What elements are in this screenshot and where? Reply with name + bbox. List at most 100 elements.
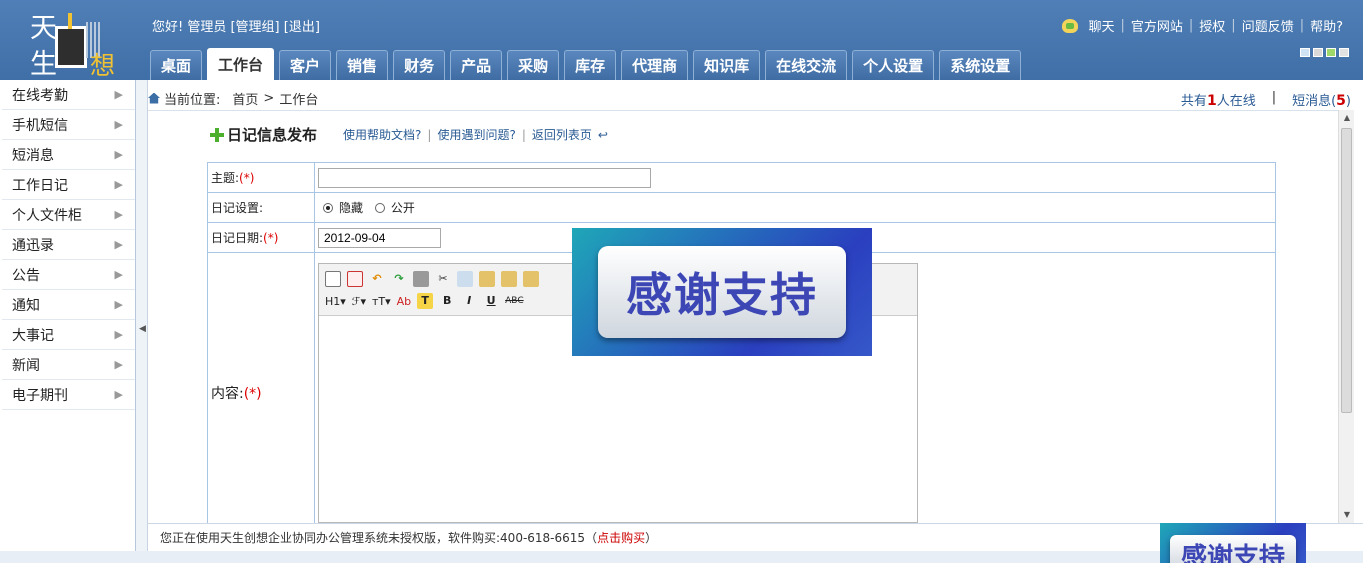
chevron-right-icon: ▶ xyxy=(114,358,123,371)
bold-button[interactable]: B xyxy=(439,293,455,309)
link-chat[interactable]: 聊天 xyxy=(1088,16,1114,35)
scroll-up-icon[interactable]: ▲ xyxy=(1339,110,1355,126)
sidebar-item-work-diary[interactable]: 工作日记 ▶ xyxy=(2,170,135,200)
subject-input[interactable] xyxy=(318,167,651,188)
sidebar-collapse-toggle[interactable]: ◀ xyxy=(136,80,148,563)
main-nav: 桌面 工作台 客户 销售 财务 产品 采购 库存 代理商 知识库 在线交流 个人… xyxy=(150,48,1022,80)
sidebar-item-file-cabinet[interactable]: 个人文件柜 ▶ xyxy=(2,200,135,230)
tab-online-chat[interactable]: 在线交流 xyxy=(765,50,848,80)
logo[interactable]: 天 生 想 xyxy=(22,6,122,80)
source-icon[interactable] xyxy=(325,271,341,287)
sidebar-item-news[interactable]: 新闻 ▶ xyxy=(2,350,135,380)
logo-char-3: 想 xyxy=(90,51,116,80)
sidebar-item-attendance[interactable]: 在线考勤 ▶ xyxy=(2,80,135,110)
chat-icon[interactable] xyxy=(1062,18,1079,33)
fullscreen-icon[interactable] xyxy=(347,271,363,287)
breadcrumb-sep: > xyxy=(263,90,275,106)
tab-finance[interactable]: 财务 xyxy=(393,50,446,80)
chevron-left-icon: ◀ xyxy=(139,324,146,334)
date-input[interactable] xyxy=(318,227,441,248)
content-scrollbar[interactable]: ▲ ▼ xyxy=(1338,110,1354,523)
theme-swatch[interactable] xyxy=(1326,48,1336,57)
setting-label: 日记设置: xyxy=(207,192,315,223)
scroll-thumb[interactable] xyxy=(1341,128,1352,413)
date-label: 日记日期:(*) xyxy=(207,222,315,253)
sidebar-item-announcement[interactable]: 公告 ▶ xyxy=(2,260,135,290)
strikethrough-button[interactable]: ABC xyxy=(505,296,523,306)
tab-desktop[interactable]: 桌面 xyxy=(150,50,203,80)
back-to-list-link[interactable]: 返回列表页 xyxy=(532,126,592,143)
sidebar-item-contacts[interactable]: 通迅录 ▶ xyxy=(2,230,135,260)
buy-link[interactable]: 点击购买 xyxy=(597,529,645,546)
radio-public[interactable]: 公开 xyxy=(374,199,415,216)
sidebar-item-events[interactable]: 大事记 ▶ xyxy=(2,320,135,350)
chevron-right-icon: ▶ xyxy=(114,178,123,191)
tab-product[interactable]: 产品 xyxy=(450,50,503,80)
redo-icon[interactable]: ↷ xyxy=(391,271,407,287)
return-arrow-icon: ↩ xyxy=(597,127,608,142)
font-size-dropdown[interactable]: тT▾ xyxy=(372,295,391,308)
font-color-button[interactable]: Ab xyxy=(397,295,412,308)
sidebar-item-journal[interactable]: 电子期刊 ▶ xyxy=(2,380,135,410)
user-greeting[interactable]: 您好! 管理员 [管理组] [退出] xyxy=(152,16,320,35)
underline-button[interactable]: U xyxy=(483,293,499,309)
theme-swatch[interactable] xyxy=(1300,48,1310,57)
scroll-down-icon[interactable]: ▼ xyxy=(1339,507,1355,523)
breadcrumb-current: 工作台 xyxy=(279,92,319,108)
header: 天 生 想 您好! 管理员 [管理组] [退出] 聊天 | 官方网站 | 授权 … xyxy=(0,0,1363,80)
tab-sales[interactable]: 销售 xyxy=(336,50,389,80)
chevron-right-icon: ▶ xyxy=(114,88,123,101)
link-help[interactable]: 帮助? xyxy=(1310,16,1343,35)
short-messages-link[interactable]: 短消息(5) xyxy=(1292,90,1351,109)
tab-workbench[interactable]: 工作台 xyxy=(207,48,275,80)
paste-word-icon[interactable] xyxy=(523,271,539,287)
chevron-right-icon: ▶ xyxy=(114,268,123,281)
sidebar-item-sms[interactable]: 手机短信 ▶ xyxy=(2,110,135,140)
tab-purchase[interactable]: 采购 xyxy=(507,50,560,80)
help-problem-link[interactable]: 使用遇到问题? xyxy=(437,126,515,143)
online-count[interactable]: 共有1人在线 xyxy=(1181,90,1256,109)
logo-char-2: 生 xyxy=(30,49,57,80)
tab-system-settings[interactable]: 系统设置 xyxy=(939,50,1022,80)
paste-icon[interactable] xyxy=(479,271,495,287)
theme-swatch[interactable] xyxy=(1313,48,1323,57)
copy-icon[interactable] xyxy=(457,271,473,287)
link-official-site[interactable]: 官方网站 xyxy=(1131,16,1183,35)
link-license[interactable]: 授权 xyxy=(1199,16,1225,35)
breadcrumb: 当前位置: 首页 > 工作台 共有1人在线 | 短消息(5) xyxy=(148,86,1363,110)
sidebar-item-messages[interactable]: 短消息 ▶ xyxy=(2,140,135,170)
chevron-right-icon: ▶ xyxy=(114,148,123,161)
logo-char-1: 天 xyxy=(30,13,57,44)
theme-switcher xyxy=(1300,48,1349,57)
tab-knowledge[interactable]: 知识库 xyxy=(693,50,761,80)
breadcrumb-home[interactable]: 首页 xyxy=(232,89,258,108)
theme-swatch[interactable] xyxy=(1339,48,1349,57)
tab-personal-settings[interactable]: 个人设置 xyxy=(852,50,935,80)
link-feedback[interactable]: 问题反馈 xyxy=(1242,16,1294,35)
breadcrumb-label: 当前位置: xyxy=(164,92,221,108)
help-doc-link[interactable]: 使用帮助文档? xyxy=(343,126,421,143)
status-area: 共有1人在线 | 短消息(5) xyxy=(1181,90,1351,109)
paste-text-icon[interactable] xyxy=(501,271,517,287)
chevron-right-icon: ▶ xyxy=(114,208,123,221)
thanks-watermark-small: 感谢支持 xyxy=(1160,523,1306,563)
cut-icon[interactable]: ✂ xyxy=(435,271,451,287)
print-icon[interactable] xyxy=(413,271,429,287)
radio-unchecked-icon xyxy=(374,202,385,213)
tab-agent[interactable]: 代理商 xyxy=(621,50,689,80)
plus-icon xyxy=(210,127,224,142)
font-family-dropdown[interactable]: ℱ▾ xyxy=(352,295,366,308)
heading-dropdown[interactable]: H1▾ xyxy=(325,295,346,308)
bottom-strip xyxy=(0,551,1363,563)
radio-checked-icon xyxy=(323,202,333,213)
radio-hidden[interactable]: 隐藏 xyxy=(323,199,363,216)
tab-customer[interactable]: 客户 xyxy=(279,50,332,80)
highlight-button[interactable]: T xyxy=(417,293,434,309)
chevron-right-icon: ▶ xyxy=(114,388,123,401)
sidebar-item-notice[interactable]: 通知 ▶ xyxy=(2,290,135,320)
undo-icon[interactable]: ↶ xyxy=(369,271,385,287)
chevron-right-icon: ▶ xyxy=(114,238,123,251)
tab-inventory[interactable]: 库存 xyxy=(564,50,617,80)
italic-button[interactable]: I xyxy=(461,293,477,309)
logo-emblem xyxy=(55,13,87,68)
